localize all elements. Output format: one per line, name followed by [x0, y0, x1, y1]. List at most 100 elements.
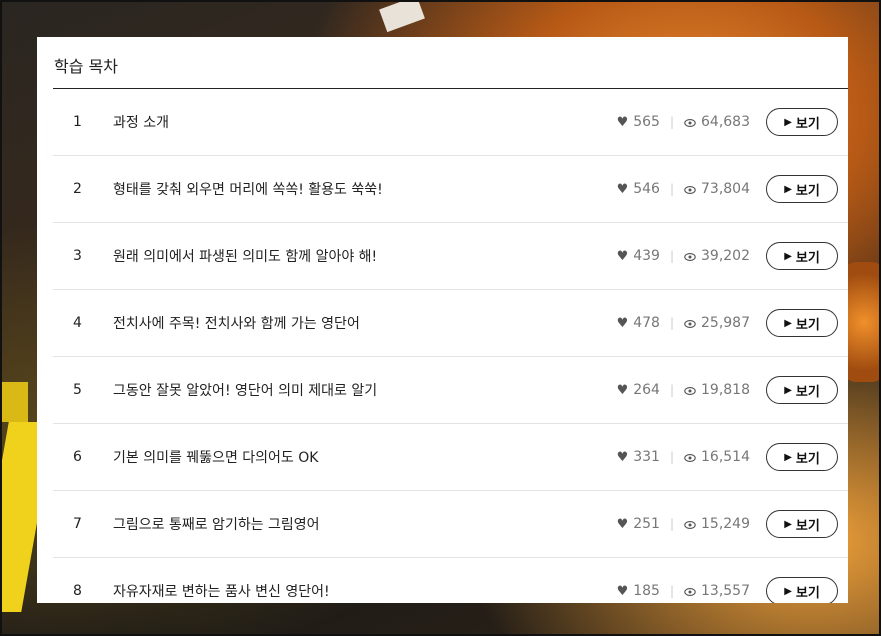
- background-light: [379, 2, 425, 33]
- stats-divider: |: [669, 584, 674, 598]
- heart-icon: ♥: [616, 181, 629, 197]
- lesson-title: 과정 소개: [113, 115, 169, 131]
- eye-icon: [684, 320, 696, 328]
- lesson-row: 8 자유자재로 변하는 품사 변신 영단어! ♥ 185 | 13,557 ▶ …: [53, 558, 848, 603]
- background-shape: [2, 382, 28, 422]
- view-count: 16,514: [701, 449, 750, 465]
- play-icon: ▶: [784, 317, 792, 329]
- view-count: 25,987: [701, 315, 750, 331]
- heart-icon: ♥: [616, 516, 629, 532]
- stats-divider: |: [669, 115, 674, 129]
- heart-icon: ♥: [616, 248, 629, 264]
- view-button[interactable]: ▶ 보기: [766, 376, 838, 404]
- eye-icon: [684, 119, 696, 127]
- lesson-title: 원래 의미에서 파생된 의미도 함께 알아야 해!: [113, 249, 378, 265]
- heart-icon: ♥: [616, 315, 629, 331]
- heart-icon: ♥: [616, 114, 629, 130]
- lesson-row: 7 그림으로 통째로 암기하는 그림영어 ♥ 251 | 15,249 ▶ 보기: [53, 491, 848, 558]
- play-icon: ▶: [784, 250, 792, 262]
- lesson-number: 5: [73, 382, 82, 398]
- lesson-row: 4 전치사에 주목! 전치사와 함께 가는 영단어 ♥ 478 | 25,987…: [53, 290, 848, 357]
- stats-divider: |: [669, 383, 674, 397]
- eye-icon: [684, 253, 696, 261]
- lesson-title: 형태를 갖춰 외우면 머리에 쏙쏙! 활용도 쑥쑥!: [113, 182, 383, 198]
- lesson-row: 6 기본 의미를 꿰뚫으면 다의어도 OK ♥ 331 | 16,514 ▶ 보…: [53, 424, 848, 491]
- view-button-label: 보기: [795, 384, 820, 400]
- like-count: 546: [633, 181, 660, 197]
- view-button[interactable]: ▶ 보기: [766, 510, 838, 538]
- like-count: 478: [633, 315, 660, 331]
- lesson-stats: ♥ 251 | 15,249: [617, 516, 750, 532]
- eye-icon: [684, 588, 696, 596]
- view-button[interactable]: ▶ 보기: [766, 309, 838, 337]
- stats-divider: |: [669, 450, 674, 464]
- lesson-number: 8: [73, 583, 82, 599]
- lesson-row: 5 그동안 잘못 알았어! 영단어 의미 제대로 알기 ♥ 264 | 19,8…: [53, 357, 848, 424]
- play-icon: ▶: [784, 116, 792, 128]
- play-icon: ▶: [784, 451, 792, 463]
- eye-icon: [684, 454, 696, 462]
- eye-icon: [684, 186, 696, 194]
- stats-divider: |: [669, 182, 674, 196]
- stats-divider: |: [669, 316, 674, 330]
- like-count: 439: [633, 248, 660, 264]
- view-button-label: 보기: [795, 250, 820, 266]
- view-button[interactable]: ▶ 보기: [766, 242, 838, 270]
- eye-icon: [684, 521, 696, 529]
- heart-icon: ♥: [616, 449, 629, 465]
- like-count: 331: [633, 449, 660, 465]
- view-button-label: 보기: [795, 183, 820, 199]
- lesson-number: 7: [73, 516, 82, 532]
- view-button-label: 보기: [795, 451, 820, 467]
- view-button[interactable]: ▶ 보기: [766, 108, 838, 136]
- lesson-title: 그림으로 통째로 암기하는 그림영어: [113, 517, 320, 533]
- stats-divider: |: [669, 249, 674, 263]
- view-count: 15,249: [701, 516, 750, 532]
- view-button[interactable]: ▶ 보기: [766, 577, 838, 603]
- play-icon: ▶: [784, 384, 792, 396]
- view-count: 19,818: [701, 382, 750, 398]
- lesson-stats: ♥ 546 | 73,804: [617, 181, 750, 197]
- view-button-label: 보기: [795, 116, 820, 132]
- lesson-stats: ♥ 185 | 13,557: [617, 583, 750, 599]
- lesson-title: 자유자재로 변하는 품사 변신 영단어!: [113, 584, 330, 600]
- like-count: 565: [633, 114, 660, 130]
- view-count: 64,683: [701, 114, 750, 130]
- heart-icon: ♥: [616, 583, 629, 599]
- view-button[interactable]: ▶ 보기: [766, 175, 838, 203]
- lesson-list-panel: 학습 목차 1 과정 소개 ♥ 565 | 64,683 ▶ 보기 2 형태를 …: [37, 37, 848, 603]
- play-icon: ▶: [784, 183, 792, 195]
- view-count: 13,557: [701, 583, 750, 599]
- lesson-number: 6: [73, 449, 82, 465]
- lesson-title: 그동안 잘못 알았어! 영단어 의미 제대로 알기: [113, 383, 378, 399]
- lesson-stats: ♥ 331 | 16,514: [617, 449, 750, 465]
- lesson-title: 기본 의미를 꿰뚫으면 다의어도 OK: [113, 450, 319, 466]
- eye-icon: [684, 387, 696, 395]
- play-icon: ▶: [784, 585, 792, 597]
- stats-divider: |: [669, 517, 674, 531]
- like-count: 251: [633, 516, 660, 532]
- lesson-number: 1: [73, 114, 82, 130]
- lesson-number: 4: [73, 315, 82, 331]
- view-count: 73,804: [701, 181, 750, 197]
- heart-icon: ♥: [616, 382, 629, 398]
- lesson-list: 1 과정 소개 ♥ 565 | 64,683 ▶ 보기 2 형태를 갖춰 외우면…: [53, 89, 848, 603]
- lesson-row: 2 형태를 갖춰 외우면 머리에 쏙쏙! 활용도 쑥쑥! ♥ 546 | 73,…: [53, 156, 848, 223]
- view-button[interactable]: ▶ 보기: [766, 443, 838, 471]
- lesson-title: 전치사에 주목! 전치사와 함께 가는 영단어: [113, 316, 360, 332]
- view-button-label: 보기: [795, 585, 820, 601]
- panel-title: 학습 목차: [54, 57, 118, 76]
- view-button-label: 보기: [795, 518, 820, 534]
- like-count: 264: [633, 382, 660, 398]
- lesson-number: 2: [73, 181, 82, 197]
- lesson-stats: ♥ 264 | 19,818: [617, 382, 750, 398]
- lesson-stats: ♥ 565 | 64,683: [617, 114, 750, 130]
- view-count: 39,202: [701, 248, 750, 264]
- play-icon: ▶: [784, 518, 792, 530]
- lesson-row: 3 원래 의미에서 파생된 의미도 함께 알아야 해! ♥ 439 | 39,2…: [53, 223, 848, 290]
- lesson-stats: ♥ 439 | 39,202: [617, 248, 750, 264]
- view-button-label: 보기: [795, 317, 820, 333]
- lesson-row: 1 과정 소개 ♥ 565 | 64,683 ▶ 보기: [53, 89, 848, 156]
- lesson-stats: ♥ 478 | 25,987: [617, 315, 750, 331]
- lesson-number: 3: [73, 248, 82, 264]
